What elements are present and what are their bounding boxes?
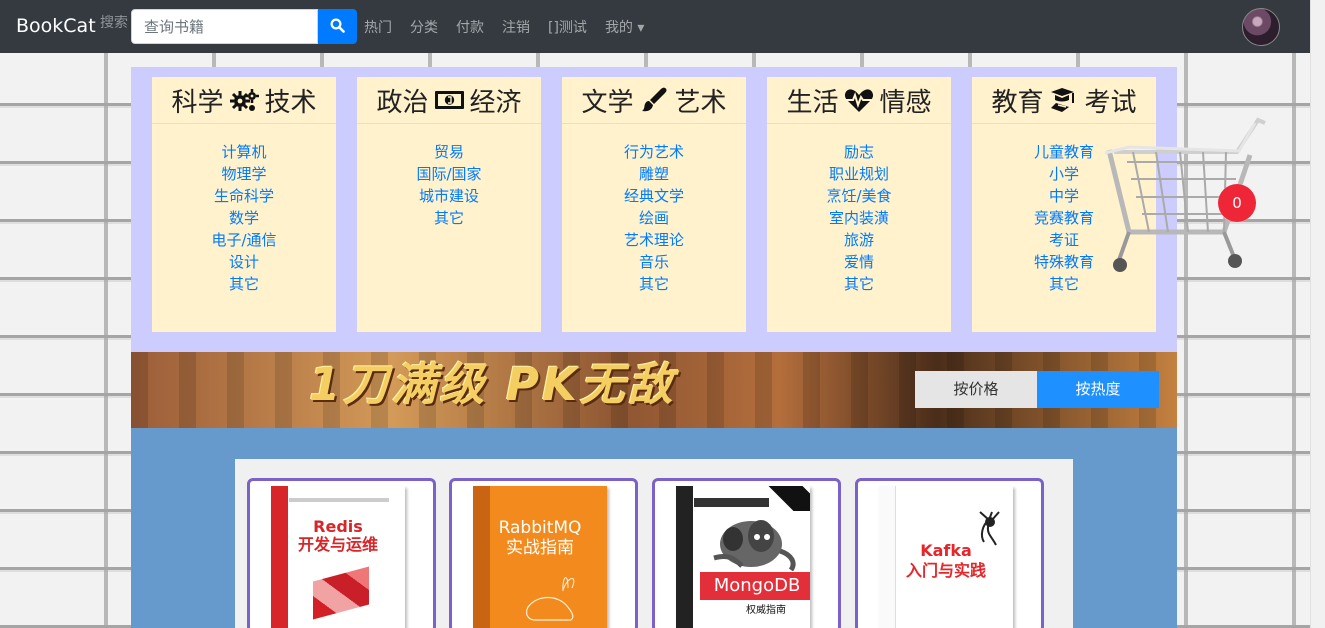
category-link[interactable]: 励志 [767,141,951,163]
category-literature-art: 文学 艺术 行为艺术 雕塑 经典文学 绘画 艺术理论 音乐 其它 [562,77,746,332]
book-card[interactable]: Kafka 入门与实践 [855,478,1044,628]
search-label: 搜索 [100,15,128,31]
category-list: 励志 职业规划 烹饪/美食 室内装潢 旅游 爱情 其它 [767,141,951,295]
book-subtitle: 权威指南 [746,605,786,616]
main-content: 科学 技术 计算机 物理学 生命科学 数学 电子/通信 设计 其它 政治 经济 贸易… [131,67,1177,628]
category-list: 计算机 物理学 生命科学 数学 电子/通信 设计 其它 [152,141,336,295]
nav-menu: 热门 分类 付款 注销 []测试 我的 ▾ [364,17,644,37]
book-grid: Redis 开发与运维 RabbitMQ 实战指南 MongoDB 权威指南 K… [235,459,1073,628]
book-title: Kafka 入门与实践 [905,541,986,580]
category-link[interactable]: 生命科学 [152,185,336,207]
cart-count-badge: 0 [1218,184,1256,222]
category-link[interactable]: 其它 [357,207,541,229]
book-title: MongoDB [700,572,810,600]
category-link[interactable]: 城市建设 [357,185,541,207]
category-life-emotion: 生活 情感 励志 职业规划 烹饪/美食 室内装潢 旅游 爱情 其它 [767,77,951,332]
brand-link[interactable]: BookCat [16,15,96,37]
book-title: Redis 开发与运维 [297,517,378,554]
book-cover-rabbitmq[interactable]: RabbitMQ 实战指南 [473,486,607,628]
category-title: 文学 艺术 [562,77,746,124]
promo-banner[interactable]: 1刀满级 PK无敌 按价格 按热度 [131,352,1177,428]
paintbrush-icon [639,87,670,114]
category-list: 行为艺术 雕塑 经典文学 绘画 艺术理论 音乐 其它 [562,141,746,295]
book-card[interactable]: Redis 开发与运维 [247,478,436,628]
nav-test[interactable]: []测试 [548,17,587,37]
book-cover-redis[interactable]: Redis 开发与运维 [271,486,405,628]
money-bill-icon [434,87,465,114]
nav-payment[interactable]: 付款 [456,17,484,37]
category-link[interactable]: 旅游 [767,229,951,251]
sort-tabs: 按价格 按热度 [915,371,1159,408]
category-link[interactable]: 音乐 [562,251,746,273]
category-link[interactable]: 数学 [152,207,336,229]
category-politics-economy: 政治 经济 贸易 国际/国家 城市建设 其它 [357,77,541,332]
category-link[interactable]: 行为艺术 [562,141,746,163]
book-cover-mongodb[interactable]: MongoDB 权威指南 [676,486,810,628]
books-section: Redis 开发与运维 RabbitMQ 实战指南 MongoDB 权威指南 K… [131,428,1177,628]
category-link[interactable]: 其它 [152,273,336,295]
graduation-cap-icon [1049,87,1080,114]
search-button[interactable] [318,9,357,44]
search-icon [330,18,345,33]
category-link[interactable]: 其它 [562,273,746,295]
category-link[interactable]: 电子/通信 [152,229,336,251]
category-link[interactable]: 经典文学 [562,185,746,207]
category-link[interactable]: 计算机 [152,141,336,163]
top-navbar: BookCat 搜索 热门 分类 付款 注销 []测试 我的 ▾ [0,0,1310,53]
nav-categories[interactable]: 分类 [410,17,438,37]
category-list: 贸易 国际/国家 城市建设 其它 [357,141,541,229]
category-link[interactable]: 设计 [152,251,336,273]
category-link[interactable]: 其它 [767,273,951,295]
heartbeat-icon [844,87,875,114]
category-link[interactable]: 烹饪/美食 [767,185,951,207]
book-card[interactable]: MongoDB 权威指南 [652,478,841,628]
book-card[interactable]: RabbitMQ 实战指南 [449,478,638,628]
category-link[interactable]: 国际/国家 [357,163,541,185]
book-title: RabbitMQ 实战指南 [498,518,582,558]
nav-logout[interactable]: 注销 [502,17,530,37]
page-scrollbar[interactable] [1310,0,1325,628]
category-link[interactable]: 物理学 [152,163,336,185]
sort-by-popularity-button[interactable]: 按热度 [1037,371,1159,408]
category-link[interactable]: 爱情 [767,251,951,273]
category-link[interactable]: 职业规划 [767,163,951,185]
sort-by-price-button[interactable]: 按价格 [915,371,1037,408]
category-title: 政治 经济 [357,77,541,124]
user-avatar[interactable] [1242,8,1280,46]
book-cover-kafka[interactable]: Kafka 入门与实践 [879,486,1013,628]
category-science-tech: 科学 技术 计算机 物理学 生命科学 数学 电子/通信 设计 其它 [152,77,336,332]
banner-text: 1刀满级 PK无敌 [309,358,676,411]
category-link[interactable]: 绘画 [562,207,746,229]
category-link[interactable]: 室内装潢 [767,207,951,229]
category-link[interactable]: 艺术理论 [562,229,746,251]
search-input[interactable] [131,9,318,44]
rabbit-illustration-icon [525,577,575,621]
category-title: 科学 技术 [152,77,336,124]
category-title: 生活 情感 [767,77,951,124]
nav-hot[interactable]: 热门 [364,17,392,37]
category-link[interactable]: 贸易 [357,141,541,163]
gears-icon [229,87,260,114]
lemur-illustration-icon [713,520,796,571]
category-link[interactable]: 雕塑 [562,163,746,185]
nav-my-dropdown[interactable]: 我的 ▾ [605,17,644,37]
